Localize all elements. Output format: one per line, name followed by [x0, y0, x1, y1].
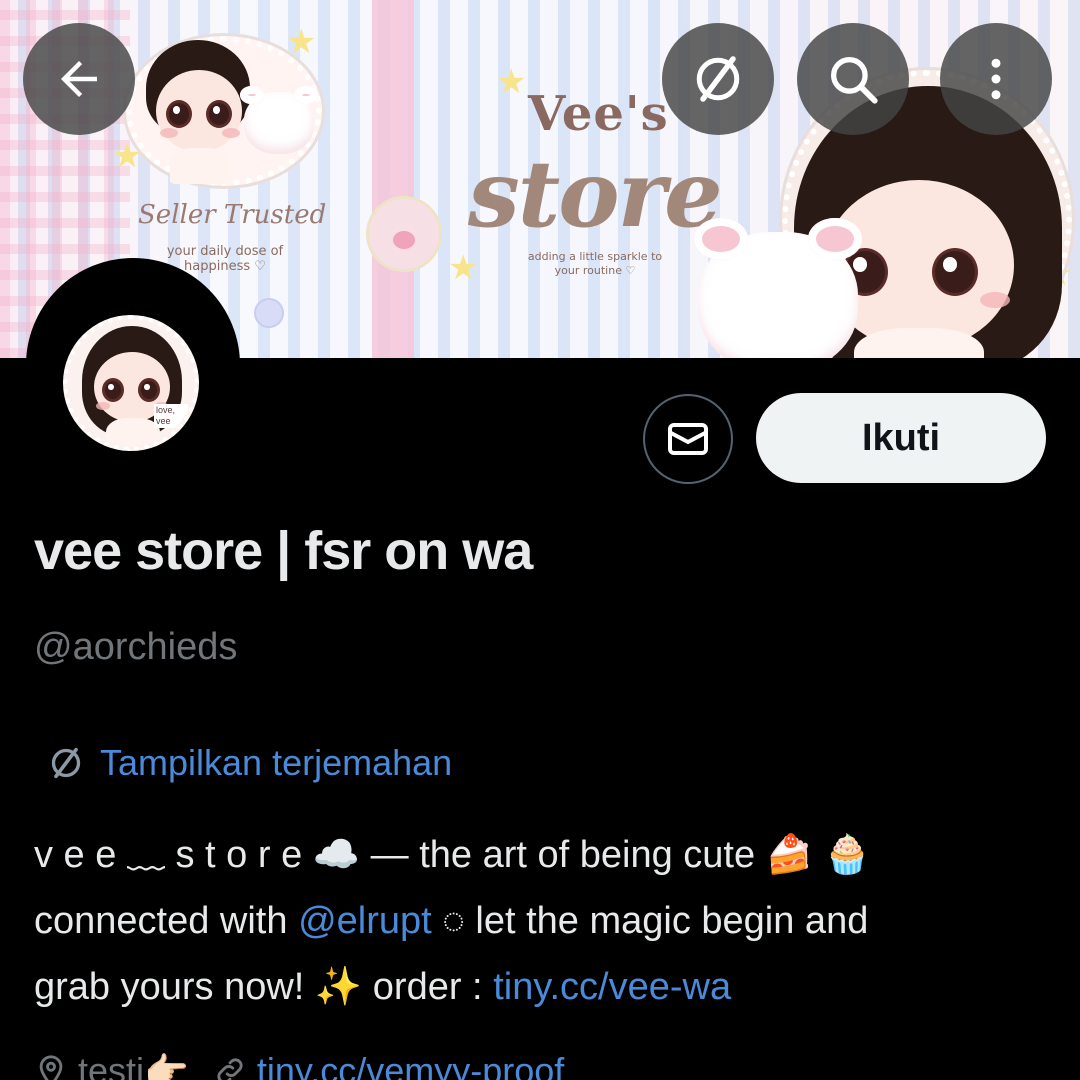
- banner-title-vees: Vee's: [528, 86, 669, 142]
- website-item[interactable]: tiny.cc/vemyy-proof: [213, 1050, 564, 1080]
- bio-line-1: v e e ﹏ s t o r e ☁️ — the art of being …: [34, 834, 871, 876]
- profile-bio: v e e ﹏ s t o r e ☁️ — the art of being …: [34, 822, 1044, 1020]
- message-button[interactable]: [643, 394, 733, 484]
- location-item: testi👉🏻: [34, 1050, 189, 1080]
- translate-icon: [696, 56, 740, 102]
- location-text: testi👉🏻: [78, 1050, 189, 1080]
- link-icon: [217, 1058, 243, 1080]
- avatar-image: love, vee: [63, 315, 199, 451]
- location-pin-icon: [39, 1055, 63, 1080]
- avatar[interactable]: love, vee: [33, 265, 233, 465]
- bio-text: ◌ let the magic begin and: [431, 900, 869, 942]
- star-decoration: ★: [448, 249, 479, 287]
- bio-line-3: grab yours now! ✨ order : tiny.cc/vee-wa: [34, 954, 1044, 1020]
- star-decoration: ★: [112, 137, 143, 175]
- mail-icon: [668, 423, 708, 455]
- banner-pink-strip: [372, 0, 414, 358]
- show-translation-label: Tampilkan terjemahan: [100, 742, 453, 783]
- back-button[interactable]: [23, 23, 135, 135]
- order-link[interactable]: tiny.cc/vee-wa: [493, 966, 731, 1008]
- banner-tagline: adding a little sparkle to your routine …: [527, 250, 663, 277]
- more-button[interactable]: [940, 23, 1052, 135]
- arrow-left-icon: [61, 61, 97, 97]
- show-translation-link[interactable]: Tampilkan terjemahan: [46, 742, 452, 784]
- star-decoration: ★: [496, 63, 527, 101]
- banner-button-decoration: [254, 298, 284, 328]
- display-name: vee store | fsr on wa: [34, 521, 533, 581]
- more-vertical-icon: [991, 58, 1001, 100]
- banner-title-store: store: [468, 140, 723, 248]
- follow-button[interactable]: Ikuti: [756, 393, 1046, 483]
- bio-text: connected with: [34, 900, 299, 942]
- website-link[interactable]: tiny.cc/vemyy-proof: [257, 1050, 564, 1080]
- user-handle: @aorchieds: [34, 626, 238, 668]
- star-decoration: ★: [286, 23, 317, 61]
- avatar-chibi: [78, 326, 188, 446]
- bio-text: grab yours now! ✨ order :: [34, 966, 494, 1008]
- avatar-caption: love, vee: [154, 404, 188, 428]
- translate-icon: [51, 747, 81, 779]
- banner-right-bear: [694, 218, 862, 358]
- banner-left-bear: [240, 85, 318, 154]
- banner-seller-trusted: Seller Trusted: [138, 200, 327, 230]
- bio-line-2: connected with @elrupt ◌ let the magic b…: [34, 888, 1044, 954]
- profile-meta: testi👉🏻 tiny.cc/vemyy-proof: [34, 1050, 564, 1080]
- mention-link[interactable]: @elrupt: [298, 900, 432, 942]
- search-icon: [831, 57, 878, 104]
- banner-left-chibi: [138, 40, 258, 184]
- translate-button[interactable]: [662, 23, 774, 135]
- search-button[interactable]: [797, 23, 909, 135]
- banner-paw-badge: [366, 196, 442, 272]
